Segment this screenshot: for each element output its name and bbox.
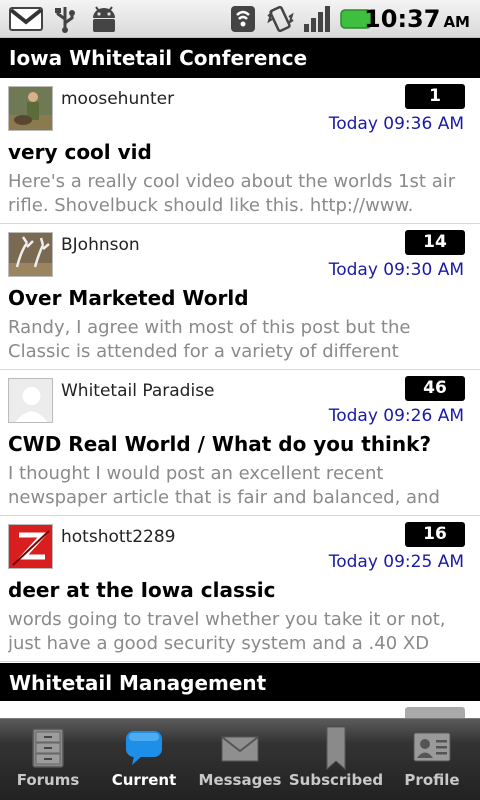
topic-title: very cool vid: [8, 140, 152, 164]
topic-snippet: words going to travel whether you take i…: [8, 609, 446, 654]
topic-title: Over Marketed World: [8, 286, 249, 310]
topic-author: moosehunter: [61, 89, 175, 109]
bookmark-icon: [324, 726, 348, 775]
avatar: [8, 232, 53, 277]
android-debug-icon: [88, 4, 120, 34]
tab-current[interactable]: Current: [96, 719, 192, 800]
usb-icon: [50, 4, 80, 34]
topic-author: hotshott2289: [61, 527, 176, 547]
reply-count-badge: 46: [405, 376, 465, 401]
topic-row-partial[interactable]: [0, 701, 480, 718]
topic-timestamp: Today 09:26 AM: [328, 406, 464, 426]
tab-label: Messages: [198, 771, 282, 789]
forum-section-header[interactable]: Whitetail Management: [0, 663, 480, 703]
topic-author: Whitetail Paradise: [61, 381, 215, 401]
topic-title: CWD Real World / What do you think?: [8, 432, 432, 456]
speech-bubble-icon: [124, 727, 164, 773]
tab-label: Subscribed: [288, 771, 384, 789]
topic-snippet: I thought I would post an excellent rece…: [8, 463, 440, 508]
wifi-icon: [228, 4, 258, 34]
clock: 10:37 AM: [364, 5, 470, 33]
avatar: [8, 524, 53, 569]
forum-section-header[interactable]: Iowa Whitetail Conference: [0, 38, 480, 78]
topic-timestamp: Today 09:25 AM: [328, 552, 464, 572]
gmail-icon: [8, 4, 44, 34]
topic-timestamp: Today 09:36 AM: [328, 114, 464, 134]
envelope-icon: [220, 727, 260, 773]
bottom-tab-bar: Forums Current Messages Subscribed Profi…: [0, 718, 480, 800]
avatar: [8, 86, 53, 131]
tab-subscribed[interactable]: Subscribed: [288, 719, 384, 800]
tab-label: Profile: [404, 771, 460, 789]
default-avatar-icon: [8, 378, 53, 423]
topic-title: deer at the Iowa classic: [8, 578, 276, 602]
tab-messages[interactable]: Messages: [192, 719, 288, 800]
tab-label: Forums: [16, 771, 80, 789]
reply-count-badge: 1: [405, 84, 465, 109]
tab-label: Current: [111, 771, 177, 789]
reply-count-badge: 16: [405, 522, 465, 547]
topic-row[interactable]: Whitetail Paradise 46 Today 09:26 AM CWD…: [0, 370, 480, 516]
topic-row[interactable]: hotshott2289 16 Today 09:25 AM deer at t…: [0, 516, 480, 662]
reply-count-badge: [405, 707, 465, 718]
tab-profile[interactable]: Profile: [384, 719, 480, 800]
vibrate-icon: [264, 4, 296, 34]
topic-row[interactable]: moosehunter 1 Today 09:36 AM very cool v…: [0, 78, 480, 224]
topic-timestamp: Today 09:30 AM: [328, 260, 464, 280]
cabinet-icon: [31, 727, 65, 773]
status-bar: 10:37 AM: [0, 0, 480, 38]
topic-row[interactable]: BJohnson 14 Today 09:30 AM Over Marketed…: [0, 224, 480, 370]
topic-author: BJohnson: [61, 235, 140, 255]
topic-snippet: Here's a really cool video about the wor…: [8, 171, 456, 216]
signal-icon: [302, 4, 336, 34]
topic-snippet: Randy, I agree with most of this post bu…: [8, 317, 411, 362]
tab-forums[interactable]: Forums: [0, 719, 96, 800]
id-card-icon: [412, 727, 452, 773]
reply-count-badge: 14: [405, 230, 465, 255]
